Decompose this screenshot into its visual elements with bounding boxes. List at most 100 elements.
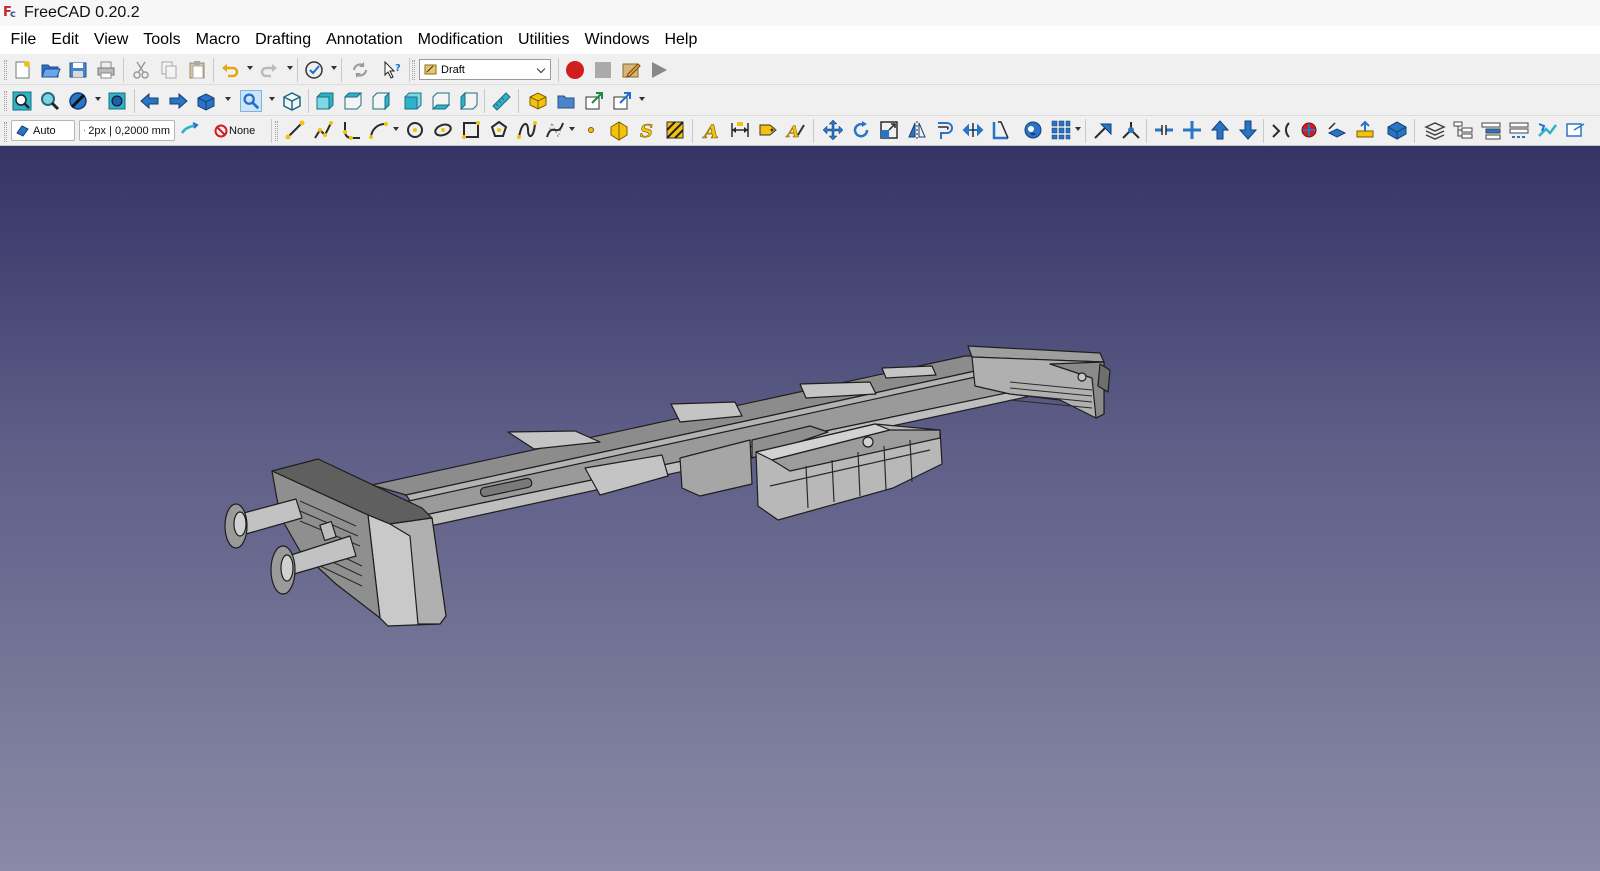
apply-style-icon[interactable]	[178, 119, 200, 141]
arc-tools-dropdown[interactable]	[393, 127, 399, 131]
toolbar-handle[interactable]	[4, 122, 7, 142]
fillet-tool-icon[interactable]	[340, 119, 362, 141]
style-button[interactable]: 2px | 0,2000 mm	[79, 120, 175, 141]
arc-tool-icon[interactable]	[368, 119, 390, 141]
refresh-icon[interactable]	[349, 59, 371, 81]
toolbar-handle[interactable]	[412, 60, 415, 80]
working-plane-view-icon[interactable]	[1564, 119, 1586, 141]
workbench-selector[interactable]: Draft	[419, 59, 551, 80]
open-icon[interactable]	[39, 59, 61, 81]
print-icon[interactable]	[95, 59, 117, 81]
polygon-tool-icon[interactable]	[488, 119, 510, 141]
chassis-model[interactable]	[0, 146, 1600, 871]
menu-edit[interactable]: Edit	[44, 26, 87, 54]
shape-view-icon[interactable]	[1354, 119, 1376, 141]
workbench-selector-dropdown[interactable]	[331, 66, 337, 70]
working-plane-button[interactable]: Auto	[11, 120, 75, 141]
add-to-group-icon[interactable]	[1452, 119, 1474, 141]
draft-to-sketch-convert-icon[interactable]	[1298, 119, 1320, 141]
paste-icon[interactable]	[186, 59, 208, 81]
bounding-box-icon[interactable]	[106, 90, 128, 112]
macro-run-icon[interactable]	[648, 59, 670, 81]
toolbar-handle[interactable]	[275, 121, 278, 141]
trimex-tool-icon[interactable]	[1092, 119, 1114, 141]
macro-stop-icon[interactable]	[592, 59, 614, 81]
working-plane-proxy-icon[interactable]	[1386, 119, 1408, 141]
ellipse-tool-icon[interactable]	[432, 119, 454, 141]
auto-group-button[interactable]: None	[214, 120, 255, 141]
join-tool-icon[interactable]	[1120, 119, 1142, 141]
new-document-icon[interactable]	[11, 59, 33, 81]
add-construction-icon[interactable]	[1508, 119, 1530, 141]
toolbar-handle[interactable]	[4, 60, 7, 80]
fit-all-icon[interactable]	[11, 90, 33, 112]
array-tools-dropdown[interactable]	[1075, 127, 1081, 131]
standard-views-dropdown[interactable]	[269, 97, 275, 101]
stretch-tool-icon[interactable]	[962, 119, 984, 141]
right-view-icon[interactable]	[370, 90, 392, 112]
bspline-tool-icon[interactable]	[516, 119, 538, 141]
rotate-tool-icon[interactable]	[850, 119, 872, 141]
offset-tool-icon[interactable]	[934, 119, 956, 141]
link-actions-dropdown[interactable]	[639, 97, 645, 101]
downgrade-tool-icon[interactable]	[1237, 119, 1259, 141]
line-tool-icon[interactable]	[284, 119, 306, 141]
menu-tools[interactable]: Tools	[136, 26, 188, 54]
shape-2d-view-icon[interactable]	[1326, 119, 1348, 141]
menu-file[interactable]: File	[3, 26, 44, 54]
cut-icon[interactable]	[130, 59, 152, 81]
mirror-tool-icon[interactable]	[906, 119, 928, 141]
toolbar-handle[interactable]	[4, 91, 7, 111]
macro-record-icon[interactable]	[564, 59, 586, 81]
scale-tool-icon[interactable]	[878, 119, 900, 141]
array-tool-icon[interactable]	[1050, 119, 1072, 141]
macro-edit-icon[interactable]	[620, 59, 642, 81]
draw-style-icon[interactable]	[67, 90, 89, 112]
bezier-tool-icon[interactable]	[544, 119, 566, 141]
circle-tool-icon[interactable]	[404, 119, 426, 141]
create-group-icon[interactable]	[555, 90, 577, 112]
bottom-view-icon[interactable]	[430, 90, 452, 112]
menu-drafting[interactable]: Drafting	[248, 26, 319, 54]
whats-this-icon[interactable]: ?	[381, 59, 403, 81]
undo-icon[interactable]	[219, 59, 241, 81]
menu-help[interactable]: Help	[657, 26, 705, 54]
facebinder-tool-icon[interactable]	[608, 119, 630, 141]
point-tool-icon[interactable]	[580, 119, 602, 141]
redo-icon[interactable]	[258, 59, 280, 81]
top-view-icon[interactable]	[342, 90, 364, 112]
polyline-tool-icon[interactable]	[312, 119, 334, 141]
link-actions-icon[interactable]	[611, 90, 633, 112]
split-tool-icon[interactable]	[1153, 119, 1175, 141]
clone-tool-icon[interactable]	[1022, 119, 1044, 141]
toggle-display-mode-icon[interactable]	[1536, 119, 1558, 141]
upgrade-tool-icon[interactable]	[1209, 119, 1231, 141]
menu-annotation[interactable]: Annotation	[319, 26, 411, 54]
menu-macro[interactable]: Macro	[188, 26, 247, 54]
save-icon[interactable]	[67, 59, 89, 81]
menu-utilities[interactable]: Utilities	[510, 26, 577, 54]
annotation-styles-icon[interactable]: A	[785, 119, 807, 141]
label-tool-icon[interactable]	[757, 119, 779, 141]
draft-to-sketch-icon[interactable]	[990, 119, 1012, 141]
menu-windows[interactable]: Windows	[577, 26, 657, 54]
draw-style-dropdown[interactable]	[95, 97, 101, 101]
fit-selection-icon[interactable]	[39, 90, 61, 112]
move-tool-icon[interactable]	[822, 119, 844, 141]
bezier-tools-dropdown[interactable]	[569, 127, 575, 131]
standard-views-icon[interactable]	[240, 90, 262, 112]
rectangle-tool-icon[interactable]	[460, 119, 482, 141]
back-icon[interactable]	[139, 90, 161, 112]
select-group-icon[interactable]	[1480, 119, 1502, 141]
workbench-selector-icon[interactable]	[303, 59, 325, 81]
menu-modification[interactable]: Modification	[410, 26, 510, 54]
forward-icon[interactable]	[167, 90, 189, 112]
measure-distance-icon[interactable]	[490, 90, 512, 112]
shapestring-tool-icon[interactable]: S	[636, 119, 658, 141]
sync-view-dropdown[interactable]	[225, 97, 231, 101]
sync-view-icon[interactable]	[195, 90, 217, 112]
layer-tool-icon[interactable]	[1424, 119, 1446, 141]
menu-view[interactable]: View	[86, 26, 135, 54]
redo-dropdown[interactable]	[287, 66, 293, 70]
create-part-icon[interactable]	[527, 90, 549, 112]
